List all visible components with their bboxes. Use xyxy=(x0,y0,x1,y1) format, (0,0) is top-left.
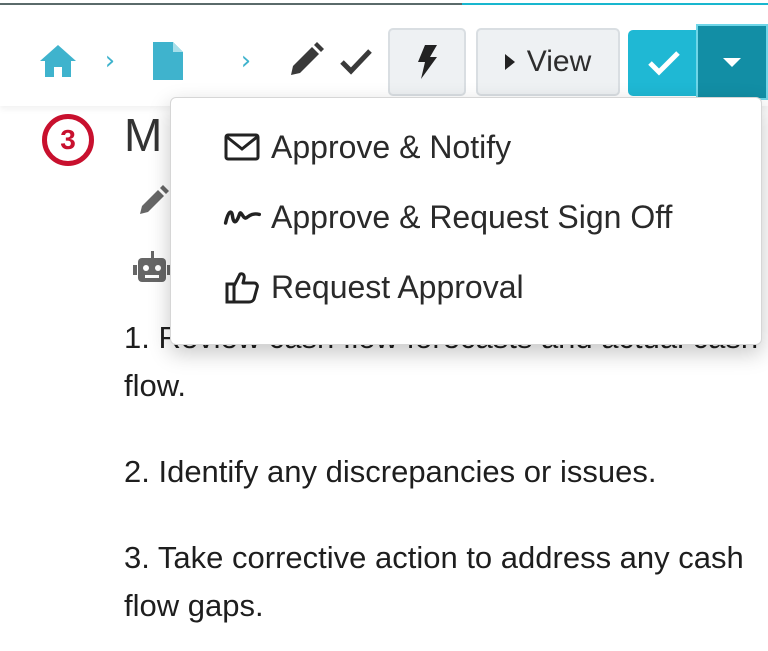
menu-item-label: Request Approval xyxy=(271,268,524,305)
approve-options-toggle[interactable] xyxy=(696,24,768,100)
check-icon[interactable] xyxy=(336,42,376,80)
home-icon[interactable] xyxy=(36,42,80,80)
view-button[interactable]: View xyxy=(476,28,620,96)
breadcrumb-separator: › xyxy=(240,46,252,76)
breadcrumb-separator: › xyxy=(104,46,116,76)
bolt-button[interactable] xyxy=(388,28,466,96)
top-border-accent xyxy=(462,3,768,5)
menu-item-label: Approve & Request Sign Off xyxy=(271,198,673,235)
signature-icon xyxy=(223,198,261,236)
caret-down-icon xyxy=(723,57,741,67)
thumbs-up-icon xyxy=(223,268,261,306)
pencil-icon[interactable] xyxy=(284,40,326,82)
menu-item-request-approval[interactable]: Request Approval xyxy=(223,268,524,306)
view-button-label: View xyxy=(526,45,592,78)
toolbar: › › View xyxy=(0,6,768,106)
document-icon[interactable] xyxy=(150,39,186,83)
step-number-badge: 3 xyxy=(42,114,94,166)
caret-right-icon xyxy=(504,54,515,70)
menu-item-label: Approve & Notify xyxy=(271,128,512,165)
robot-icon xyxy=(132,248,172,288)
step-content: 1. Review cash flow forecasts and actual… xyxy=(124,314,760,651)
instruction-2: 2. Identify any discrepancies or issues. xyxy=(124,454,657,489)
instruction-3: 3. Take corrective action to address any… xyxy=(124,540,744,623)
step-title: M xyxy=(124,109,163,161)
envelope-icon xyxy=(223,128,261,166)
bolt-icon xyxy=(418,45,437,79)
menu-item-approve-notify[interactable]: Approve & Notify xyxy=(223,128,511,166)
menu-item-approve-request-signoff[interactable]: Approve & Request Sign Off xyxy=(223,198,672,236)
pencil-icon[interactable] xyxy=(136,184,172,220)
check-icon xyxy=(648,51,680,76)
approve-button[interactable] xyxy=(628,30,700,96)
approve-options-menu: Approve & Notify Approve & Request Sign … xyxy=(170,97,762,345)
